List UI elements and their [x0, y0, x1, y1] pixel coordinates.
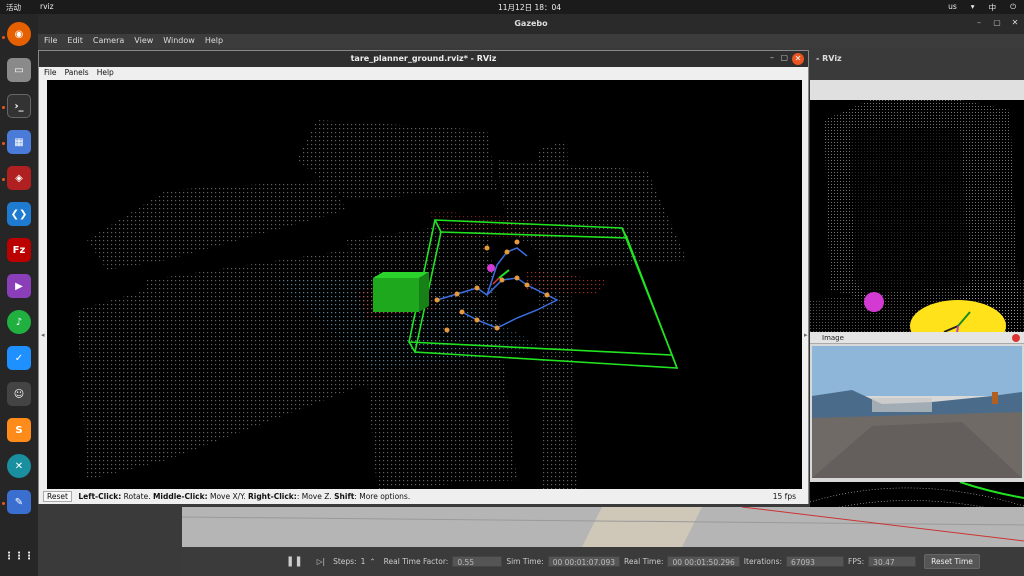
- rviz-icon[interactable]: ◈: [7, 166, 31, 190]
- image-panel-title: Image: [822, 334, 844, 342]
- fps-label: FPS:: [848, 557, 865, 566]
- gazebo-status-bar: ❚❚ ▷| Steps: 1 ⌃ Real Time Factor: 0.55 …: [182, 547, 1024, 576]
- rviz-status-bar: Reset Left-Click: Rotate. Middle-Click: …: [39, 490, 808, 504]
- rviz-toolbar-strip: [810, 80, 1024, 100]
- hint-middle-click: Middle-Click:: [152, 492, 208, 501]
- sim-time-label: Sim Time:: [506, 557, 544, 566]
- files-icon[interactable]: ▭: [7, 58, 31, 82]
- gazebo-title: Gazebo: [38, 14, 1024, 34]
- fps-value: 30.47: [868, 556, 917, 567]
- step-icon[interactable]: ▷|: [317, 557, 325, 566]
- hint-left-click: Left-Click:: [78, 492, 122, 501]
- rtf-label: Real Time Factor:: [383, 557, 449, 566]
- monitor-app-icon[interactable]: ▦: [7, 130, 31, 154]
- rviz-window-title-right: - RViz: [816, 54, 842, 63]
- messaging-app-icon[interactable]: ✓: [7, 346, 31, 370]
- hint-right-click: Right-Click:: [247, 492, 297, 501]
- activities-button[interactable]: 活动: [6, 2, 21, 13]
- collapse-left-icon[interactable]: ◂: [41, 331, 45, 339]
- clock[interactable]: 11月12日 18：04: [498, 2, 561, 13]
- active-app-menu[interactable]: rviz: [40, 2, 54, 11]
- rviz-title: tare_planner_ground.rviz* - RViz: [39, 51, 808, 67]
- menu-file[interactable]: File: [44, 34, 57, 48]
- menu-window[interactable]: Window: [163, 34, 195, 48]
- steps-label: Steps:: [333, 557, 357, 566]
- camera-image-panel[interactable]: Image: [810, 332, 1024, 482]
- menu-camera[interactable]: Camera: [93, 34, 124, 48]
- rviz-reset-button[interactable]: Reset: [43, 491, 72, 502]
- rviz-window: tare_planner_ground.rviz* - RViz – ▢ ✕ F…: [38, 50, 809, 504]
- rviz-close-button[interactable]: ✕: [792, 53, 804, 65]
- iterations-value: 67093: [786, 556, 845, 567]
- text-editor-icon[interactable]: ✎: [7, 490, 31, 514]
- terminal-icon[interactable]: ›_: [7, 94, 31, 118]
- system-tray[interactable]: us ▾ 中 ⏻: [948, 2, 1016, 13]
- gazebo-menubar: File Edit Camera View Window Help: [38, 34, 1024, 48]
- rviz-fps: 15 fps: [772, 492, 796, 501]
- rviz-menubar: File Panels Help: [39, 67, 808, 79]
- hint-middle-click-text: Move X/Y.: [207, 492, 248, 501]
- close-button[interactable]: ✕: [1010, 18, 1020, 28]
- running-indicator: [2, 178, 5, 181]
- rtf-value: 0.55: [452, 556, 503, 567]
- iterations-label: Iterations:: [743, 557, 783, 566]
- rviz-menu-file[interactable]: File: [44, 67, 57, 79]
- menu-help[interactable]: Help: [205, 34, 223, 48]
- running-indicator: [2, 142, 5, 145]
- rviz-menu-panels[interactable]: Panels: [65, 67, 89, 79]
- filezilla-icon[interactable]: Fz: [7, 238, 31, 262]
- menu-view[interactable]: View: [134, 34, 153, 48]
- real-time-label: Real Time:: [624, 557, 664, 566]
- sublime-icon[interactable]: S: [7, 418, 31, 442]
- gimp-icon[interactable]: ☺: [7, 382, 31, 406]
- hint-right-click-text: : Move Z.: [296, 492, 335, 501]
- power-icon[interactable]: ⏻: [1010, 2, 1016, 13]
- running-indicator: [2, 106, 5, 109]
- pause-button[interactable]: ❚❚: [286, 556, 303, 567]
- lang-indicator[interactable]: 中: [989, 2, 997, 13]
- robot-block: [373, 272, 429, 312]
- rviz-maximize-button[interactable]: ▢: [780, 53, 788, 62]
- wifi-icon[interactable]: ▾: [971, 2, 975, 13]
- rviz-3d-view[interactable]: [47, 80, 802, 489]
- collapse-right-icon[interactable]: ▸: [804, 331, 808, 339]
- xmind-icon[interactable]: ✕: [7, 454, 31, 478]
- media-player-icon[interactable]: ▶: [7, 274, 31, 298]
- camera-image: [812, 346, 1022, 478]
- app-dock: ◉ ▭ ›_ ▦ ◈ ❮❯ Fz ▶ ♪ ✓ ☺ S ✕ ✎ ⋮⋮⋮: [0, 14, 38, 576]
- gazebo-scene-floor[interactable]: [181, 506, 1024, 547]
- rviz-menu-help[interactable]: Help: [97, 67, 114, 79]
- system-top-bar: 活动 rviz 11月12日 18：04 us ▾ 中 ⏻: [0, 0, 1024, 14]
- music-app-icon[interactable]: ♪: [7, 310, 31, 334]
- hint-shift-text: : More options.: [354, 492, 411, 501]
- real-time-value: 00 00:01:50.296: [667, 556, 740, 567]
- minimize-button[interactable]: –: [974, 18, 984, 28]
- input-source[interactable]: us: [948, 2, 957, 13]
- goal-marker: [487, 264, 495, 272]
- maximize-button[interactable]: ▢: [992, 18, 1002, 28]
- sim-time-value: 00 00:01:07.093: [547, 556, 621, 567]
- running-indicator: [2, 36, 5, 39]
- running-indicator: [2, 502, 5, 505]
- steps-value[interactable]: 1: [361, 557, 366, 566]
- show-apps-icon[interactable]: ⋮⋮⋮: [4, 544, 34, 568]
- menu-edit[interactable]: Edit: [67, 34, 83, 48]
- image-panel-titlebar: Image: [810, 332, 1024, 344]
- reset-time-button[interactable]: Reset Time: [924, 554, 980, 569]
- steps-spinner-icon[interactable]: ⌃: [369, 557, 375, 566]
- rviz-minimize-button[interactable]: –: [770, 53, 774, 62]
- hint-shift: Shift: [334, 492, 355, 501]
- vscode-icon[interactable]: ❮❯: [7, 202, 31, 226]
- hint-left-click-text: Rotate.: [121, 492, 153, 501]
- firefox-icon[interactable]: ◉: [7, 22, 31, 46]
- close-panel-icon[interactable]: [1012, 334, 1020, 342]
- pointcloud-view[interactable]: [810, 100, 1024, 344]
